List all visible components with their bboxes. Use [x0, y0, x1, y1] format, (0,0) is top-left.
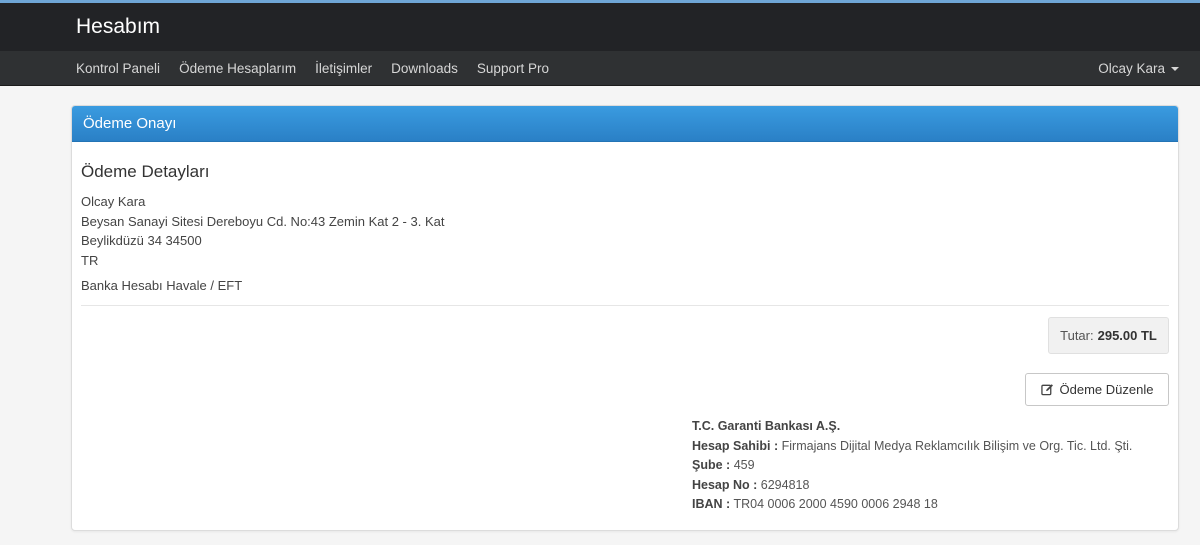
edit-payment-button[interactable]: Ödeme Düzenle: [1025, 373, 1169, 406]
total-value: 295.00 TL: [1097, 328, 1157, 343]
nav-kontrol-paneli[interactable]: Kontrol Paneli: [76, 61, 160, 76]
total-amount-box: Tutar: 295.00 TL: [1048, 317, 1169, 354]
user-menu[interactable]: Olcay Kara: [1098, 51, 1179, 86]
branch-value: 459: [733, 458, 755, 472]
nav-iletisimler[interactable]: İletişimler: [315, 61, 372, 76]
total-label: Tutar:: [1060, 328, 1094, 343]
address-line-name: Olcay Kara: [81, 194, 146, 209]
user-name: Olcay Kara: [1098, 61, 1165, 76]
nav-links: Kontrol Paneli Ödeme Hesaplarım İletişim…: [76, 51, 568, 86]
payment-method: Banka Hesabı Havale / EFT: [81, 278, 243, 293]
billing-address: Olcay Kara Beysan Sanayi Sitesi Dereboyu…: [81, 192, 444, 270]
iban-value: TR04 0006 2000 4590 0006 2948 18: [733, 497, 938, 511]
main-nav: Kontrol Paneli Ödeme Hesaplarım İletişim…: [0, 51, 1200, 86]
payment-confirmation-panel: Ödeme Onayı Ödeme Detayları Olcay Kara B…: [71, 105, 1179, 531]
brand-title[interactable]: Hesabım: [76, 15, 160, 39]
branch-label: Şube :: [692, 458, 731, 472]
edit-icon: [1040, 384, 1053, 396]
panel-title: Ödeme Onayı: [83, 115, 177, 132]
nav-downloads[interactable]: Downloads: [391, 61, 458, 76]
top-navbar: Hesabım: [0, 3, 1200, 51]
edit-payment-label: Ödeme Düzenle: [1059, 382, 1154, 397]
divider: [81, 305, 1169, 306]
nav-support-pro[interactable]: Support Pro: [477, 61, 549, 76]
bank-details: T.C. Garanti Bankası A.Ş. Hesap Sahibi :…: [692, 417, 1132, 515]
caret-down-icon: [1171, 66, 1179, 71]
account-value: 6294818: [760, 477, 810, 492]
address-line-city: Beylikdüzü 34 34500: [81, 233, 202, 248]
holder-label: Hesap Sahibi :: [692, 438, 779, 453]
details-title: Ödeme Detayları: [81, 162, 210, 181]
holder-value: Firmajans Dijital Medya Reklamcılık Bili…: [781, 438, 1133, 453]
iban-label: IBAN :: [692, 497, 731, 511]
nav-odeme-hesaplarim[interactable]: Ödeme Hesaplarım: [179, 61, 296, 76]
address-line-street: Beysan Sanayi Sitesi Dereboyu Cd. No:43 …: [81, 213, 445, 229]
panel-heading: Ödeme Onayı: [72, 106, 1178, 142]
address-line-country: TR: [81, 252, 99, 268]
account-label: Hesap No :: [692, 477, 758, 492]
bank-name: T.C. Garanti Bankası A.Ş.: [692, 419, 841, 433]
